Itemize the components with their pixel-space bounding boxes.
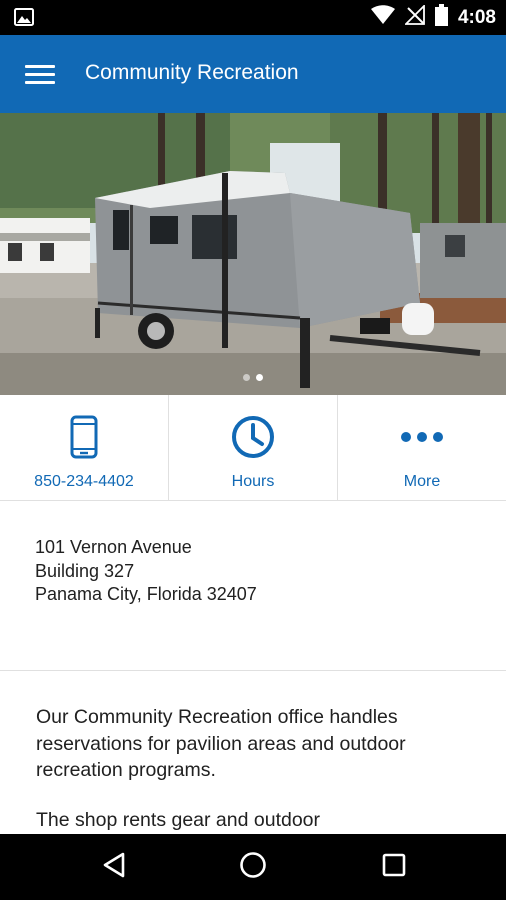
description-paragraph-2: The shop rents gear and outdoor xyxy=(36,809,321,831)
description-section: Our Community Recreation office handles … xyxy=(0,671,506,834)
address-section[interactable]: 101 Vernon Avenue Building 327 Panama Ci… xyxy=(0,501,506,671)
status-time: 4:08 xyxy=(457,6,496,28)
image-icon xyxy=(14,8,34,31)
address-line-3: Panama City, Florida 32407 xyxy=(35,584,257,604)
recents-icon xyxy=(382,853,406,882)
carousel-indicator xyxy=(0,374,506,381)
call-button-label: 850-234-4402 xyxy=(34,473,134,490)
address-line-1: 101 Vernon Avenue xyxy=(35,537,192,557)
hero-photo xyxy=(0,113,506,395)
no-signal-icon xyxy=(403,3,425,30)
hours-button[interactable]: Hours xyxy=(168,395,337,500)
app-bar: Community Recreation xyxy=(0,35,506,113)
recents-button[interactable] xyxy=(364,847,424,887)
phone-icon xyxy=(70,415,98,464)
action-row: 850-234-4402 Hours More xyxy=(0,395,506,501)
back-icon xyxy=(102,852,126,883)
carousel-dot[interactable] xyxy=(243,374,250,381)
more-button[interactable]: More xyxy=(337,395,506,500)
carousel-dot-active[interactable] xyxy=(256,374,263,381)
address-line-2: Building 327 xyxy=(35,560,135,581)
hours-button-label: Hours xyxy=(231,473,275,490)
clock-icon xyxy=(231,415,275,464)
page-title: Community Recreation xyxy=(85,61,299,84)
home-icon xyxy=(239,851,267,884)
status-bar: 4:08 xyxy=(0,0,506,35)
call-button[interactable]: 850-234-4402 xyxy=(0,395,168,500)
hamburger-menu-icon[interactable] xyxy=(20,59,60,89)
wifi-icon xyxy=(370,5,395,30)
home-button[interactable] xyxy=(223,847,283,887)
description-paragraph-1: Our Community Recreation office handles … xyxy=(36,706,406,781)
battery-icon xyxy=(434,4,448,31)
hero-image-carousel[interactable] xyxy=(0,113,506,395)
system-nav-bar xyxy=(0,834,506,900)
address-text: 101 Vernon Avenue Building 327 Panama Ci… xyxy=(35,536,257,607)
more-button-label: More xyxy=(403,473,441,490)
back-button[interactable] xyxy=(84,847,144,887)
more-dots-icon xyxy=(400,430,444,448)
